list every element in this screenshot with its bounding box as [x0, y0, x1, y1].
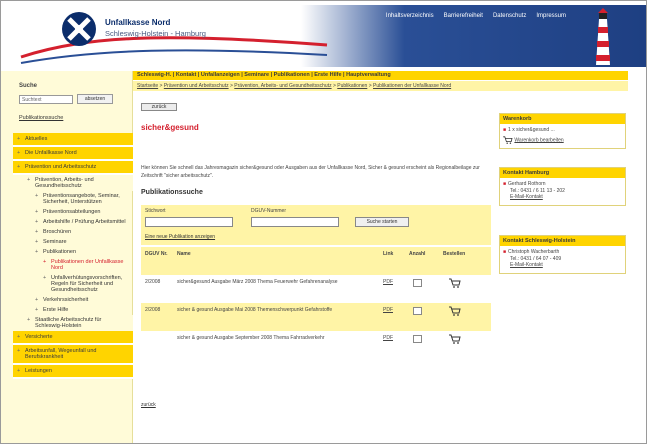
- edit-cart-link[interactable]: Warenkorb bearbeiten: [514, 137, 563, 143]
- quantity-input[interactable]: [413, 335, 422, 343]
- number-input[interactable]: [251, 217, 339, 227]
- nav-item-abteilungen[interactable]: Präventionsabteilungen: [13, 207, 133, 217]
- back-button[interactable]: zurück: [141, 103, 177, 111]
- sidebar-nav: Aktuelles Die Unfallkasse Nord Präventio…: [13, 133, 133, 379]
- keyword-label: Stichwort: [145, 208, 166, 214]
- nav-item-verkehrssicherheit[interactable]: Verkehrssicherheit: [13, 295, 133, 305]
- cart-item: 1 x sicher&gesund ...: [508, 127, 555, 133]
- left-sidebar: Suche Suchtext absetzen Publikationssuch…: [1, 71, 133, 443]
- start-search-button[interactable]: Suche starten: [355, 217, 409, 227]
- publication-search-form: Stichwort DGUV-Nummer Suche starten Eine…: [141, 205, 491, 245]
- top-nav: Inhaltsverzeichnis Barrierefreiheit Date…: [386, 13, 566, 19]
- row-name: sicher & gesund Ausgabe Mai 2008 Themens…: [177, 307, 333, 313]
- back-link[interactable]: zurück: [141, 402, 156, 408]
- cart-box-title: Warenkorb: [500, 114, 625, 124]
- top-nav-privacy[interactable]: Datenschutz: [493, 13, 526, 19]
- nav-item-publikationen-unfallkasse[interactable]: Publikationen der Unfallkasse Nord: [13, 257, 133, 273]
- contact-sh-title: Kontakt Schleswig-Holstein: [500, 236, 625, 246]
- nav-item-vorschriften[interactable]: Unfallverhütungsvorschriften, Regeln für…: [13, 273, 133, 295]
- contact-hamburg-body: ■ Gerhard Rothorn Tel.: 0431 / 6 11 13 - …: [500, 178, 625, 205]
- cart-icon: [503, 135, 513, 144]
- nav-item-arbeitsunfall[interactable]: Arbeitsunfall, Wegeunfall und Berufskran…: [13, 345, 133, 365]
- new-search-link[interactable]: Eine neue Publikation anzeigen: [145, 234, 215, 240]
- publication-search-link[interactable]: Publikationssuche: [19, 115, 63, 121]
- row-name: sicher & gesund Ausgabe September 2008 T…: [177, 335, 325, 341]
- nav-item-arbeitsschutz[interactable]: Prävention, Arbeits- und Gesundheitsschu…: [13, 175, 133, 191]
- top-nav-accessibility[interactable]: Barrierefreiheit: [444, 13, 483, 19]
- nav-item-aktuelles[interactable]: Aktuelles: [13, 133, 133, 147]
- lighthouse-icon: [596, 8, 610, 65]
- pdf-link[interactable]: PDF: [383, 335, 393, 342]
- column-header-number: DGUV Nr.: [145, 251, 168, 257]
- table-row: sicher & gesund Ausgabe September 2008 T…: [141, 331, 491, 359]
- logo-icon: [62, 12, 96, 46]
- contact-name: Christoph Wacherbarth: [508, 249, 560, 255]
- table-row: 2/2008 sicher & gesund Ausgabe Mai 2008 …: [141, 303, 491, 331]
- nav-item-seminare[interactable]: Seminare: [13, 237, 133, 247]
- search-button[interactable]: absetzen: [77, 94, 113, 104]
- contact-hamburg-box: Kontakt Hamburg ■ Gerhard Rothorn Tel.: 0…: [499, 167, 626, 206]
- nav-item-arbeitshilfe[interactable]: Arbeitshilfe / Prüfung Arbeitsmittel: [13, 217, 133, 227]
- nav-item-erste-hilfe[interactable]: Erste Hilfe: [13, 305, 133, 315]
- row-number: 2/2008: [145, 307, 161, 313]
- column-header-link: Link: [383, 251, 394, 257]
- quantity-input[interactable]: [413, 279, 422, 287]
- add-to-cart-icon[interactable]: [449, 334, 461, 344]
- cart-box-body: ■ 1 x sicher&gesund ... Warenkorb bearbei…: [500, 124, 625, 148]
- search-label: Suche: [19, 83, 38, 89]
- contact-email-link[interactable]: E-Mail-Kontakt: [503, 262, 622, 269]
- page-title: sicher&gesund: [141, 123, 199, 132]
- breadcrumb: Startseite > Prävention und Arbeitsschut…: [133, 81, 628, 91]
- breadcrumb-item[interactable]: Prävention und Arbeitsschutz: [164, 83, 229, 89]
- bullet-icon: ■: [503, 181, 507, 187]
- add-to-cart-icon[interactable]: [449, 306, 461, 316]
- keyword-input[interactable]: [145, 217, 233, 227]
- table-row: 2/2008 sicher&gesund Ausgabe März 2008 T…: [141, 275, 491, 303]
- bullet-icon: ■: [503, 127, 507, 133]
- nav-item-angebote[interactable]: Präventionsangebote, Seminar, Sicherheit…: [13, 191, 133, 207]
- publication-search-heading: Publikationssuche: [141, 189, 203, 196]
- org-title: Unfallkasse Nord Schleswig-Holstein - Ha…: [105, 18, 206, 38]
- column-header-order: Bestellen: [443, 251, 466, 257]
- column-header-quantity: Anzahl: [409, 251, 426, 257]
- breadcrumb-item[interactable]: Publikationen der Unfallkasse Nord: [373, 83, 451, 89]
- nav-item-praevention[interactable]: Prävention und Arbeitsschutz: [13, 161, 133, 175]
- nav-item-publikationen[interactable]: Publikationen: [13, 247, 133, 257]
- main-menu-bar[interactable]: Schleswig-H. | Kontakt | Unfallanzeigen …: [133, 71, 628, 80]
- nav-item-versicherte[interactable]: Versicherte: [13, 331, 133, 345]
- add-to-cart-icon[interactable]: [449, 278, 461, 288]
- breadcrumb-item[interactable]: Publikationen: [337, 83, 367, 89]
- breadcrumb-home[interactable]: Startseite: [137, 83, 158, 89]
- number-label: DGUV-Nummer: [251, 208, 287, 214]
- quantity-input[interactable]: [413, 307, 422, 315]
- row-number: 2/2008: [145, 279, 161, 285]
- pdf-link[interactable]: PDF: [383, 307, 393, 314]
- org-name: Unfallkasse Nord: [105, 18, 171, 27]
- nav-item-unfallkasse[interactable]: Die Unfallkasse Nord: [13, 147, 133, 161]
- contact-sh-box: Kontakt Schleswig-Holstein ■ Christoph Wa…: [499, 235, 626, 274]
- table-header: DGUV Nr. Name Link Anzahl Bestellen: [141, 247, 491, 275]
- nav-item-leistungen[interactable]: Leistungen: [13, 365, 133, 379]
- bullet-icon: ■: [503, 249, 507, 255]
- cart-box: Warenkorb ■ 1 x sicher&gesund ... Warenko…: [499, 113, 626, 149]
- breadcrumb-item[interactable]: Prävention, Arbeits- und Gesundheitsschu…: [234, 83, 331, 89]
- contact-email-link[interactable]: E-Mail-Kontakt: [503, 194, 622, 201]
- intro-text: Hier können Sie schnell das Jahresmagazi…: [141, 165, 480, 179]
- contact-sh-body: ■ Christoph Wacherbarth Tel.: 0431 / 64 0…: [500, 246, 625, 273]
- browser-page: Unfallkasse Nord Schleswig-Holstein - Ha…: [0, 0, 647, 444]
- org-subtitle: Schleswig-Holstein - Hamburg: [105, 29, 206, 38]
- column-header-name: Name: [177, 251, 191, 257]
- pdf-link[interactable]: PDF: [383, 279, 393, 286]
- top-nav-imprint[interactable]: Impressum: [536, 13, 566, 19]
- nav-item-broschueren[interactable]: Broschüren: [13, 227, 133, 237]
- site-header: Unfallkasse Nord Schleswig-Holstein - Ha…: [1, 1, 646, 71]
- contact-name: Gerhard Rothorn: [508, 181, 546, 187]
- nav-item-staatlicher-arbeitsschutz[interactable]: Staatliche Arbeitsschutz für Schleswig-H…: [13, 315, 133, 331]
- search-input[interactable]: Suchtext: [19, 95, 73, 104]
- contact-hamburg-title: Kontakt Hamburg: [500, 168, 625, 178]
- row-name: sicher&gesund Ausgabe März 2008 Thema Fe…: [177, 279, 338, 285]
- top-nav-contents[interactable]: Inhaltsverzeichnis: [386, 13, 434, 19]
